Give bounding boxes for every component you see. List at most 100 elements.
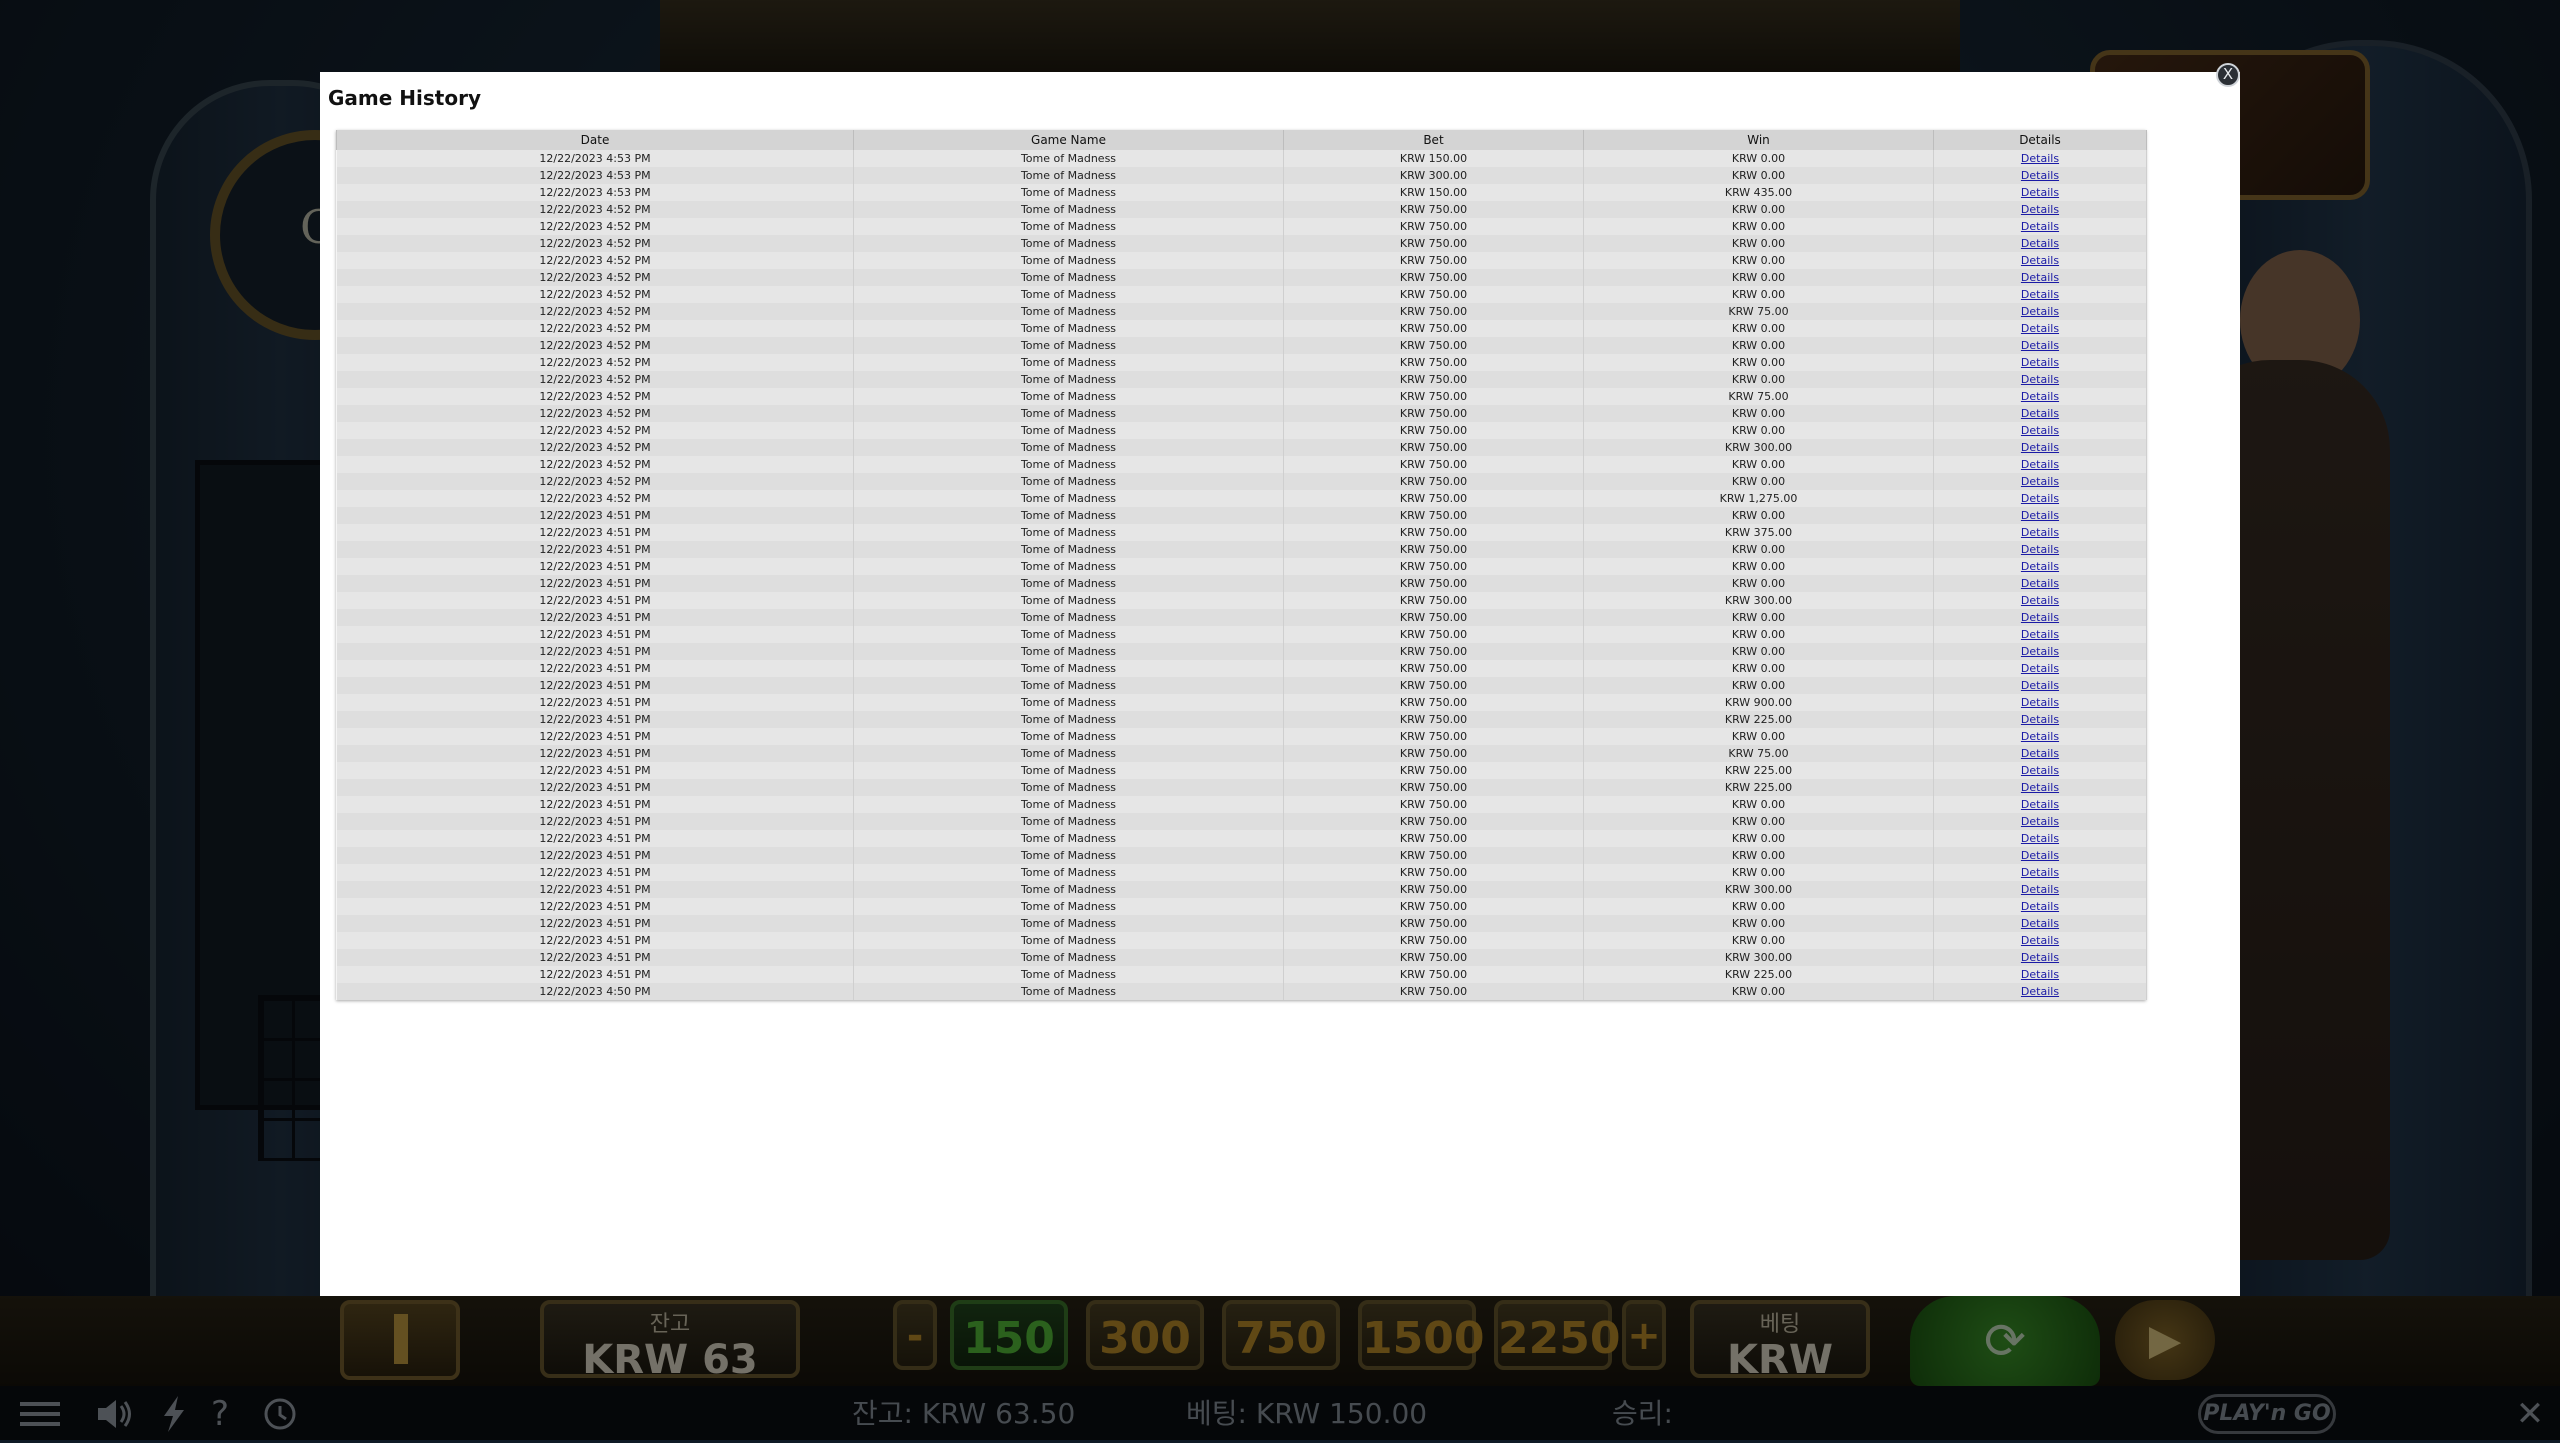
- details-cell: Details: [1933, 643, 2147, 660]
- details-cell: Details: [1933, 762, 2147, 779]
- win-cell: KRW 900.00: [1583, 694, 1934, 711]
- details-link[interactable]: Details: [2021, 883, 2059, 896]
- details-link[interactable]: Details: [2021, 951, 2059, 964]
- details-link[interactable]: Details: [2021, 271, 2059, 284]
- date-cell: 12/22/2023 4:52 PM: [336, 473, 854, 490]
- details-link[interactable]: Details: [2021, 322, 2059, 335]
- details-cell: Details: [1933, 609, 2147, 626]
- details-link[interactable]: Details: [2021, 356, 2059, 369]
- bet-cell: KRW 150.00: [1283, 150, 1584, 167]
- details-link[interactable]: Details: [2021, 543, 2059, 556]
- details-link[interactable]: Details: [2021, 781, 2059, 794]
- bet-cell: KRW 750.00: [1283, 405, 1584, 422]
- game-name-cell: Tome of Madness: [853, 371, 1284, 388]
- table-row: 12/22/2023 4:52 PM Tome of Madness KRW 750…: [336, 218, 2147, 235]
- details-link[interactable]: Details: [2021, 764, 2059, 777]
- bet-cell: KRW 750.00: [1283, 218, 1584, 235]
- details-link[interactable]: Details: [2021, 815, 2059, 828]
- details-link[interactable]: Details: [2021, 985, 2059, 998]
- details-link[interactable]: Details: [2021, 475, 2059, 488]
- game-name-cell: Tome of Madness: [853, 456, 1284, 473]
- win-cell: KRW 0.00: [1583, 405, 1934, 422]
- date-cell: 12/22/2023 4:52 PM: [336, 235, 854, 252]
- game-name-cell: Tome of Madness: [853, 881, 1284, 898]
- history-table: Date Game Name Bet Win Details 12/22/202…: [336, 130, 2147, 1000]
- table-row: 12/22/2023 4:51 PM Tome of Madness KRW 750…: [336, 609, 2147, 626]
- details-link[interactable]: Details: [2021, 849, 2059, 862]
- details-link[interactable]: Details: [2021, 509, 2059, 522]
- date-cell: 12/22/2023 4:51 PM: [336, 507, 854, 524]
- details-link[interactable]: Details: [2021, 390, 2059, 403]
- details-link[interactable]: Details: [2021, 611, 2059, 624]
- date-cell: 12/22/2023 4:51 PM: [336, 745, 854, 762]
- win-cell: KRW 0.00: [1583, 643, 1934, 660]
- game-name-cell: Tome of Madness: [853, 711, 1284, 728]
- details-link[interactable]: Details: [2021, 254, 2059, 267]
- details-link[interactable]: Details: [2021, 288, 2059, 301]
- win-cell: KRW 225.00: [1583, 762, 1934, 779]
- date-cell: 12/22/2023 4:51 PM: [336, 558, 854, 575]
- details-link[interactable]: Details: [2021, 169, 2059, 182]
- bet-cell: KRW 750.00: [1283, 473, 1584, 490]
- details-link[interactable]: Details: [2021, 832, 2059, 845]
- details-link[interactable]: Details: [2021, 696, 2059, 709]
- details-link[interactable]: Details: [2021, 492, 2059, 505]
- win-cell: KRW 0.00: [1583, 932, 1934, 949]
- bet-cell: KRW 150.00: [1283, 184, 1584, 201]
- details-cell: Details: [1933, 694, 2147, 711]
- table-row: 12/22/2023 4:51 PM Tome of Madness KRW 750…: [336, 643, 2147, 660]
- details-link[interactable]: Details: [2021, 968, 2059, 981]
- game-name-cell: Tome of Madness: [853, 949, 1284, 966]
- game-name-cell: Tome of Madness: [853, 541, 1284, 558]
- details-link[interactable]: Details: [2021, 713, 2059, 726]
- details-link[interactable]: Details: [2021, 186, 2059, 199]
- details-link[interactable]: Details: [2021, 730, 2059, 743]
- details-link[interactable]: Details: [2021, 866, 2059, 879]
- details-link[interactable]: Details: [2021, 203, 2059, 216]
- date-cell: 12/22/2023 4:53 PM: [336, 150, 854, 167]
- details-cell: Details: [1933, 864, 2147, 881]
- details-link[interactable]: Details: [2021, 662, 2059, 675]
- details-link[interactable]: Details: [2021, 645, 2059, 658]
- game-name-cell: Tome of Madness: [853, 303, 1284, 320]
- details-cell: Details: [1933, 337, 2147, 354]
- details-link[interactable]: Details: [2021, 526, 2059, 539]
- table-row: 12/22/2023 4:52 PM Tome of Madness KRW 750…: [336, 456, 2147, 473]
- details-link[interactable]: Details: [2021, 747, 2059, 760]
- details-link[interactable]: Details: [2021, 934, 2059, 947]
- details-link[interactable]: Details: [2021, 237, 2059, 250]
- details-link[interactable]: Details: [2021, 917, 2059, 930]
- details-link[interactable]: Details: [2021, 798, 2059, 811]
- details-link[interactable]: Details: [2021, 628, 2059, 641]
- details-link[interactable]: Details: [2021, 152, 2059, 165]
- game-name-cell: Tome of Madness: [853, 286, 1284, 303]
- details-link[interactable]: Details: [2021, 594, 2059, 607]
- details-link[interactable]: Details: [2021, 679, 2059, 692]
- game-name-cell: Tome of Madness: [853, 575, 1284, 592]
- date-cell: 12/22/2023 4:51 PM: [336, 762, 854, 779]
- details-cell: Details: [1933, 830, 2147, 847]
- details-link[interactable]: Details: [2021, 305, 2059, 318]
- date-cell: 12/22/2023 4:51 PM: [336, 830, 854, 847]
- details-cell: Details: [1933, 405, 2147, 422]
- details-link[interactable]: Details: [2021, 900, 2059, 913]
- details-link[interactable]: Details: [2021, 339, 2059, 352]
- details-link[interactable]: Details: [2021, 220, 2059, 233]
- win-cell: KRW 0.00: [1583, 898, 1934, 915]
- table-row: 12/22/2023 4:51 PM Tome of Madness KRW 750…: [336, 915, 2147, 932]
- bet-cell: KRW 750.00: [1283, 864, 1584, 881]
- game-name-cell: Tome of Madness: [853, 405, 1284, 422]
- details-link[interactable]: Details: [2021, 577, 2059, 590]
- table-row: 12/22/2023 4:51 PM Tome of Madness KRW 750…: [336, 949, 2147, 966]
- details-link[interactable]: Details: [2021, 560, 2059, 573]
- modal-close-button[interactable]: X: [2216, 63, 2240, 87]
- details-link[interactable]: Details: [2021, 407, 2059, 420]
- game-name-cell: Tome of Madness: [853, 728, 1284, 745]
- details-link[interactable]: Details: [2021, 424, 2059, 437]
- details-link[interactable]: Details: [2021, 373, 2059, 386]
- win-cell: KRW 300.00: [1583, 949, 1934, 966]
- details-link[interactable]: Details: [2021, 458, 2059, 471]
- date-cell: 12/22/2023 4:51 PM: [336, 677, 854, 694]
- details-link[interactable]: Details: [2021, 441, 2059, 454]
- details-cell: Details: [1933, 592, 2147, 609]
